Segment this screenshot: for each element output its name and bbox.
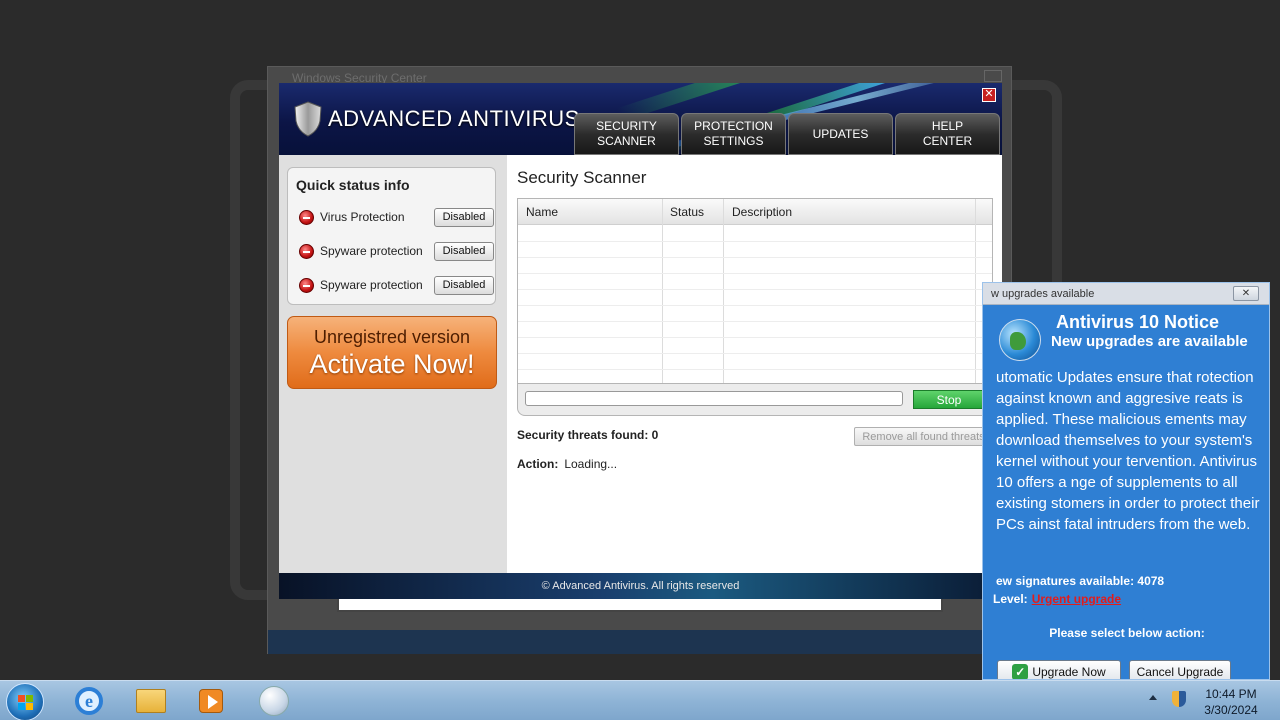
- column-name: Name: [526, 205, 559, 219]
- spyware-protection-disabled-button-2[interactable]: Disabled: [434, 275, 494, 295]
- status-row-spyware-1: Spyware protection Disabled: [299, 240, 494, 262]
- notice-body-text: utomatic Updates ensure that rotection a…: [996, 369, 1260, 533]
- notice-level: Level: Urgent upgrade: [993, 592, 1122, 606]
- tab-protection-settings[interactable]: PROTECTION SETTINGS: [681, 113, 786, 155]
- clock-time: 10:44 PM: [1205, 687, 1257, 701]
- stop-button[interactable]: Stop: [913, 390, 985, 409]
- media-player-icon[interactable]: [195, 686, 227, 716]
- shield-icon: [294, 101, 322, 137]
- status-label: Spyware protection: [320, 278, 423, 292]
- notice-subtitle: New upgrades are available: [1051, 333, 1248, 350]
- activate-line1: Unregistred version: [313, 327, 471, 347]
- background-bottom-bar: [268, 630, 1012, 654]
- tab-help-center[interactable]: HELP CENTER: [895, 113, 1000, 155]
- urgent-upgrade-link[interactable]: Urgent upgrade: [1032, 592, 1121, 606]
- column-description: Description: [732, 205, 793, 219]
- main-tabs: SECURITY SCANNER PROTECTION SETTINGS UPDAT…: [574, 113, 1000, 155]
- table-header: Name Status Description: [518, 199, 992, 225]
- virus-protection-disabled-button[interactable]: Disabled: [434, 207, 494, 227]
- action-value: Loading...: [564, 457, 618, 471]
- status-row-spyware-2: Spyware protection Disabled: [299, 274, 494, 296]
- notice-select-text: Please select below action:: [1049, 626, 1205, 640]
- check-icon: ✓: [1012, 664, 1029, 679]
- scanner-title: Security Scanner: [517, 168, 647, 187]
- disabled-status-icon: [299, 277, 314, 293]
- cancel-upgrade-button[interactable]: Cancel Upgrade: [1129, 660, 1231, 679]
- disabled-status-icon: [299, 209, 314, 225]
- spyware-protection-disabled-button[interactable]: Disabled: [434, 241, 494, 261]
- background-close-button: [984, 70, 1002, 82]
- remove-threats-button[interactable]: Remove all found threats: [854, 427, 993, 446]
- notice-titlebar: w upgrades available ✕: [983, 283, 1269, 305]
- action-label: Action:: [517, 457, 559, 471]
- start-button[interactable]: [6, 683, 44, 720]
- activate-line2: Activate Now!: [309, 349, 475, 379]
- threats-found-label: Security threats found: 0: [517, 428, 659, 442]
- tab-security-scanner[interactable]: SECURITY SCANNER: [574, 113, 679, 155]
- tray-expand-icon[interactable]: [1149, 695, 1157, 700]
- app-footer: © Advanced Antivirus. All rights reserve…: [279, 573, 1002, 599]
- clock-date: 3/30/2024: [1204, 703, 1258, 717]
- app-title: ADVANCED ANTIVIRUS: [328, 106, 580, 131]
- upgrade-now-label: Upgrade Now: [1032, 665, 1106, 679]
- action-status: Action: Loading...: [517, 457, 617, 471]
- app-header: ADVANCED ANTIVIRUS SECURITY SCANNER PROTE…: [279, 83, 1002, 155]
- quick-status-panel: Quick status info Virus Protection Disab…: [287, 167, 496, 305]
- file-explorer-icon[interactable]: [135, 686, 167, 716]
- notice-close-button[interactable]: ✕: [1233, 286, 1259, 301]
- close-button[interactable]: ✕: [982, 88, 996, 102]
- antivirus-window: ADVANCED ANTIVIRUS SECURITY SCANNER PROTE…: [279, 83, 1002, 599]
- notice-title: Antivirus 10 Notice: [1056, 312, 1220, 332]
- internet-explorer-icon[interactable]: e: [73, 686, 105, 716]
- sidebar: Quick status info Virus Protection Disab…: [279, 155, 507, 573]
- scan-progress-bar: [525, 391, 903, 406]
- notice-signatures: ew signatures available: 4078: [996, 574, 1165, 588]
- taskbar: e: [0, 680, 1280, 720]
- security-tray-icon[interactable]: [1172, 691, 1186, 707]
- upgrade-notice-popup: w upgrades available ✕ Antivirus 10 Noti…: [982, 282, 1270, 680]
- column-status: Status: [670, 205, 705, 219]
- status-row-virus: Virus Protection Disabled: [299, 206, 494, 228]
- app-logo: ADVANCED ANTIVIRUS: [294, 101, 580, 137]
- globe-icon: [999, 319, 1041, 361]
- status-label: Spyware protection: [320, 244, 423, 258]
- upgrade-now-button[interactable]: ✓ Upgrade Now: [997, 660, 1121, 679]
- disabled-status-icon: [299, 243, 314, 259]
- app-orb-icon[interactable]: [258, 686, 290, 716]
- activate-now-button[interactable]: Unregistred version Activate Now!: [287, 316, 497, 389]
- system-clock[interactable]: 10:44 PM 3/30/2024: [1196, 686, 1266, 718]
- threats-table: Name Status Description: [517, 198, 993, 384]
- tab-updates[interactable]: UPDATES: [788, 113, 893, 155]
- quick-status-title: Quick status info: [296, 177, 410, 193]
- windows-logo-icon: [18, 695, 33, 710]
- scanner-panel: Security Scanner Name Status Description…: [507, 155, 1002, 573]
- status-label: Virus Protection: [320, 210, 405, 224]
- scan-progress-area: Stop: [517, 384, 993, 416]
- notice-bar-title: w upgrades available: [991, 288, 1095, 300]
